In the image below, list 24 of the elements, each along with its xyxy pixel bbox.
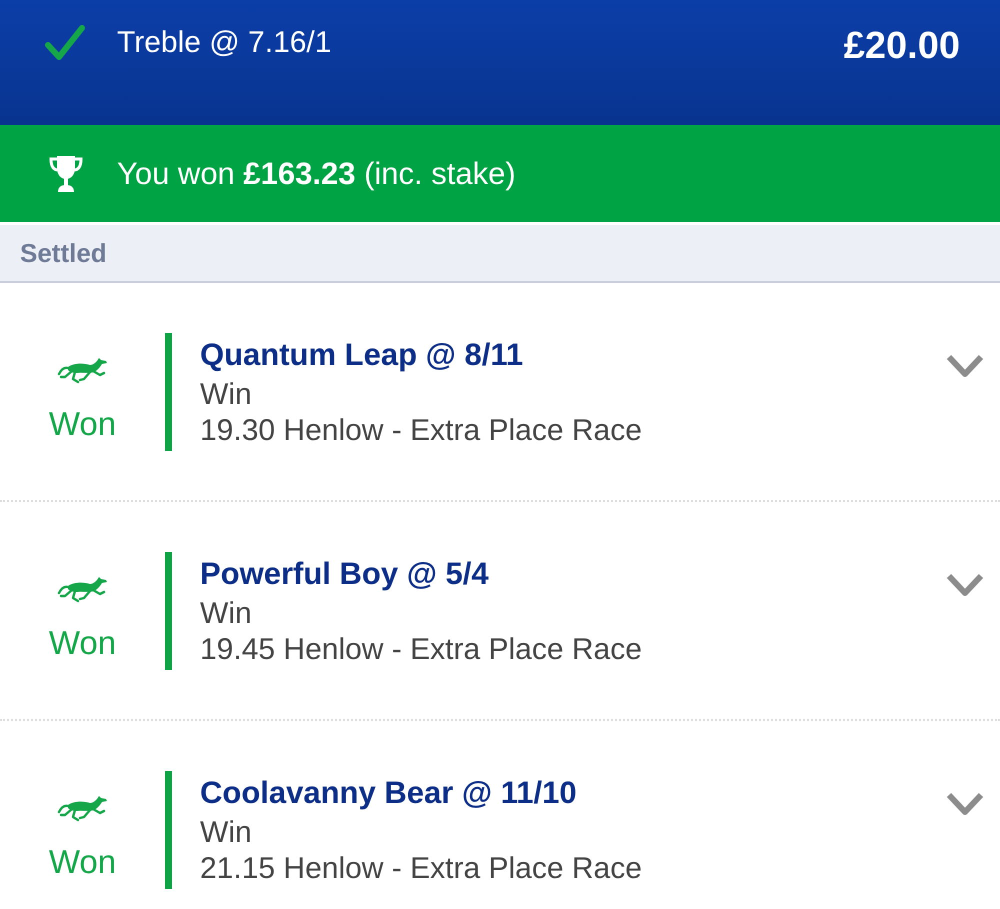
chevron-icon[interactable]: [945, 572, 985, 598]
market-label: Win: [200, 377, 253, 413]
market-label: Win: [200, 815, 253, 851]
result-label: Won: [48, 405, 116, 443]
greyhound-icon: [56, 355, 108, 385]
event-label: 21.15 Henlow - Extra Place Race: [200, 851, 643, 887]
check-icon: [45, 25, 85, 61]
greyhound-icon: [56, 793, 108, 823]
winnings-text: You won £163.23 (inc. stake): [117, 156, 516, 192]
section-label: Settled: [20, 238, 107, 268]
stake-amount: £20.00: [844, 24, 960, 69]
event-label: 19.45 Henlow - Extra Place Race: [200, 632, 643, 668]
selection-name: Quantum Leap @ 8/11: [200, 336, 524, 374]
chevron-icon[interactable]: [945, 791, 985, 817]
result-label: Won: [48, 624, 116, 662]
bet-title: Treble @ 7.16/1: [117, 25, 332, 61]
greyhound-icon: [56, 574, 108, 604]
chevron-icon[interactable]: [945, 353, 985, 379]
selection-name: Powerful Boy @ 5/4: [200, 555, 490, 593]
result-label: Won: [48, 843, 116, 881]
selection-name: Coolavanny Bear @ 11/10: [200, 774, 578, 812]
market-label: Win: [200, 596, 253, 632]
event-label: 19.30 Henlow - Extra Place Race: [200, 413, 643, 449]
trophy-icon: [48, 154, 84, 194]
